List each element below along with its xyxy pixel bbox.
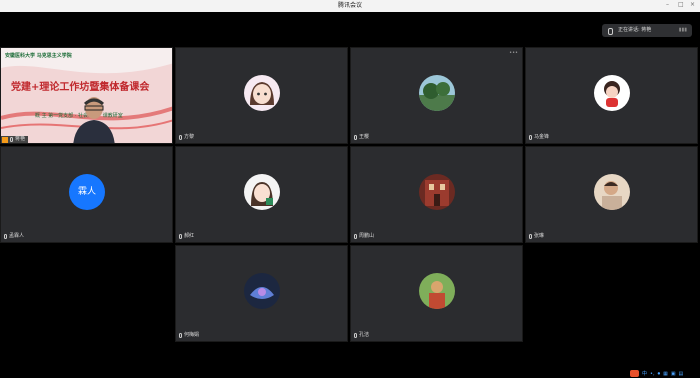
- mic-icon: [10, 137, 13, 142]
- ime-mode[interactable]: 中: [642, 371, 647, 377]
- school-logo: 安徽医科大学 马克思主义学院: [5, 53, 72, 59]
- participant-tile[interactable]: 霖人 孟霖人: [0, 146, 173, 243]
- participant-name: 方黎: [179, 134, 194, 141]
- ime-logo-icon[interactable]: [630, 370, 639, 377]
- mic-tray-icon[interactable]: ⏺: [658, 371, 661, 377]
- video-tile-speaker[interactable]: 安徽医科大学 马克思主义学院 党建+理论工作坊暨集体备课会 概 主 第一党支部 …: [0, 47, 173, 144]
- participant-name: 何梅娟: [179, 332, 199, 339]
- speaking-label: 正在讲话: 蒋艳: [618, 27, 652, 33]
- glass-art-avatar: [244, 273, 280, 309]
- mic-icon: [354, 135, 357, 140]
- photo-avatar: [419, 273, 455, 309]
- participant-tile[interactable]: 张琳: [525, 146, 698, 243]
- cartoon-doll-avatar: [594, 75, 630, 111]
- participant-tile[interactable]: 周鹏山: [350, 146, 523, 243]
- mic-icon: [354, 333, 357, 338]
- host-icon: [2, 136, 8, 143]
- participant-tile[interactable]: ••• 王樱: [350, 47, 523, 144]
- title-bar: 腾讯会议 – □ ×: [0, 0, 700, 12]
- child-photo-avatar: [594, 174, 630, 210]
- mic-icon: [179, 333, 182, 338]
- blue-initial-avatar: 霖人: [69, 174, 105, 210]
- landscape-avatar: [419, 75, 455, 111]
- speaker-video: [73, 97, 115, 143]
- audio-level-icon: ▮▮▮: [678, 27, 687, 33]
- keyboard-icon[interactable]: ▦: [663, 371, 668, 377]
- mic-icon: [179, 135, 182, 140]
- participant-name: 郝红: [179, 233, 194, 240]
- participant-name: 马金锋: [529, 134, 549, 141]
- participant-tile[interactable]: 郝红: [175, 146, 348, 243]
- mic-icon: [529, 234, 532, 239]
- system-tray: 中 •, ⏺ ▦ ▣ ▤: [630, 369, 700, 378]
- mic-icon: [608, 28, 613, 35]
- skin-icon[interactable]: ▣: [671, 371, 676, 377]
- anime-girl-2-avatar: [244, 174, 280, 210]
- participant-name: 张琳: [529, 233, 544, 240]
- participant-tile[interactable]: 马金锋: [525, 47, 698, 144]
- mic-icon: [179, 234, 182, 239]
- window-title: 腾讯会议: [337, 2, 362, 9]
- mic-icon: [354, 234, 357, 239]
- participant-name: 蒋艳: [1, 136, 29, 143]
- participant-tile[interactable]: 何梅娟: [175, 245, 348, 342]
- speaking-indicator: 正在讲话: 蒋艳 ▮▮▮: [602, 24, 692, 37]
- close-icon[interactable]: ×: [690, 2, 696, 8]
- participant-tile[interactable]: 孔洁: [350, 245, 523, 342]
- anime-girl-avatar: [244, 75, 280, 111]
- more-icon[interactable]: •••: [509, 50, 518, 56]
- banner-title: 党建+理论工作坊暨集体备课会: [11, 82, 150, 93]
- mic-icon: [529, 135, 532, 140]
- maximize-icon[interactable]: □: [678, 2, 684, 8]
- participant-name: 周鹏山: [354, 233, 374, 240]
- minimize-icon[interactable]: –: [666, 2, 672, 8]
- mic-icon: [4, 234, 7, 239]
- punctuation-icon[interactable]: •,: [650, 371, 655, 377]
- window-controls: – □ ×: [666, 2, 696, 8]
- participant-name: 孔洁: [354, 332, 369, 339]
- participant-name: 孟霖人: [4, 233, 24, 240]
- toolbox-icon[interactable]: ▤: [679, 371, 684, 377]
- participant-tile[interactable]: 方黎: [175, 47, 348, 144]
- building-avatar: [419, 174, 455, 210]
- participant-name: 王樱: [354, 134, 369, 141]
